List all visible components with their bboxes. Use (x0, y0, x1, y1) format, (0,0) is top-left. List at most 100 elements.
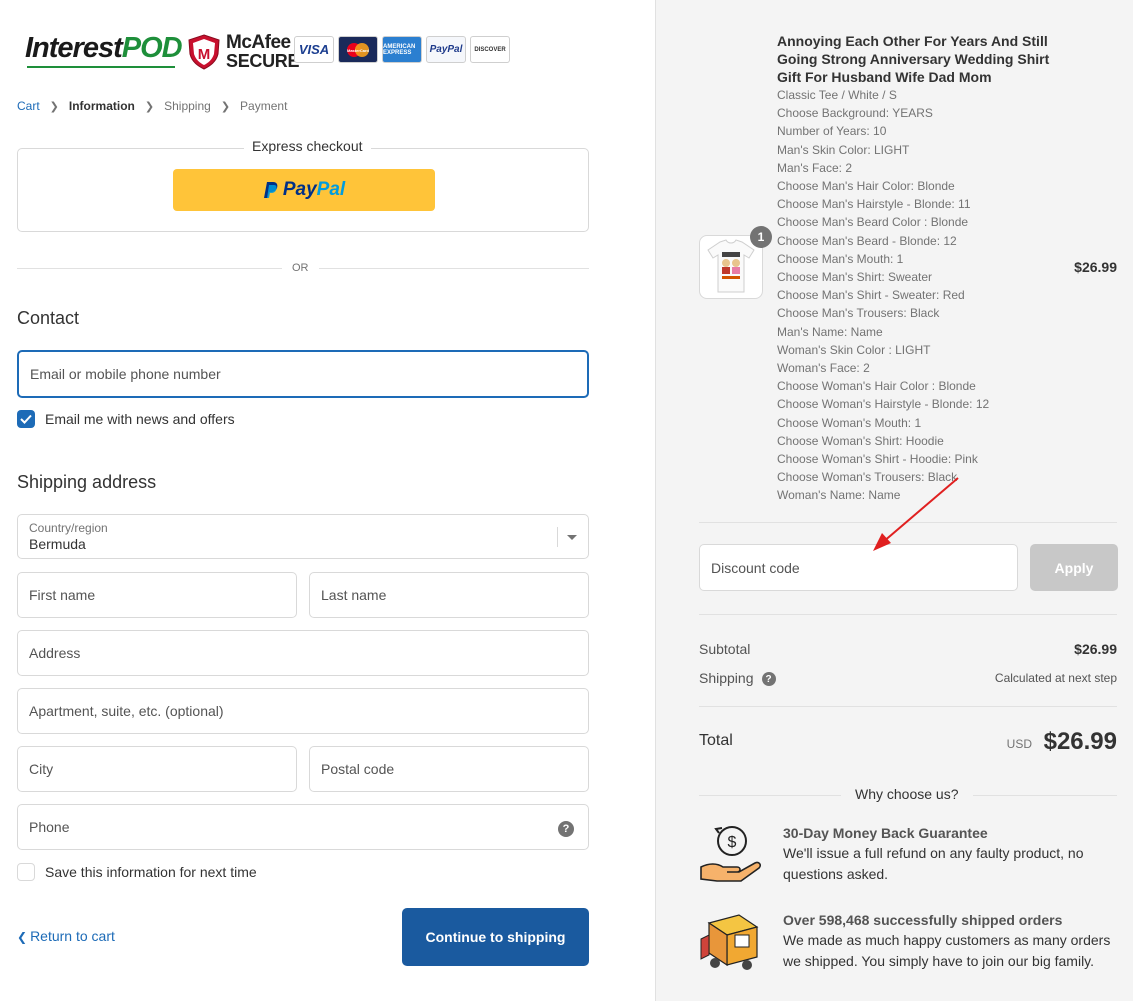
why-choose-us-title: Why choose us? (841, 786, 973, 802)
svg-text:M: M (198, 46, 211, 63)
subtotal-value: $26.99 (1074, 641, 1117, 657)
money-back-hand-icon: $ (700, 826, 762, 882)
chevron-right-icon: ❯ (220, 100, 231, 113)
paypal-icon (263, 182, 278, 198)
chevron-right-icon: ❯ (144, 100, 155, 113)
city-placeholder: City (29, 761, 54, 777)
variant-line: Choose Background: YEARS (777, 106, 933, 121)
order-summary-sidebar: 1 Annoying Each Other For Years And Stil… (655, 0, 1133, 1001)
country-select[interactable]: Country/region Bermuda (17, 514, 589, 559)
variant-line: Choose Man's Beard Color : Blonde (777, 215, 969, 230)
payment-cards: VISA MasterCard AMERICAN EXPRESS PayPal … (294, 36, 510, 63)
total-amount: $26.99 (1043, 728, 1117, 755)
benefit-1-title: 30-Day Money Back Guarantee (783, 825, 988, 841)
save-info-checkbox[interactable] (17, 863, 35, 881)
apply-discount-button[interactable]: Apply (1030, 544, 1118, 591)
svg-text:$: $ (728, 834, 737, 851)
news-checkbox[interactable] (17, 410, 35, 428)
store-logo[interactable]: InterestPOD (25, 32, 183, 72)
breadcrumb-payment: Payment (240, 99, 288, 113)
breadcrumb: Cart ❯ Information ❯ Shipping ❯ Payment (17, 99, 287, 113)
logo-text-main: Interest (25, 32, 123, 64)
select-divider (557, 527, 558, 547)
news-optin-row[interactable]: Email me with news and offers (17, 410, 235, 428)
last-name-placeholder: Last name (321, 587, 387, 603)
email-field[interactable]: Email or mobile phone number (17, 350, 589, 398)
logo-underline (27, 66, 175, 68)
return-to-cart-label: Return to cart (30, 928, 115, 944)
address-placeholder: Address (29, 645, 81, 661)
express-checkout-title: Express checkout (244, 138, 371, 154)
mcafee-subtitle: SECURE (226, 51, 300, 71)
variant-line: Choose Man's Shirt: Sweater (777, 270, 933, 285)
variant-list: Classic Tee / White / S Choose Background… (777, 86, 1057, 505)
product-name: Annoying Each Other For Years And Still … (777, 33, 1050, 85)
quantity-badge: 1 (750, 226, 772, 248)
variant-line: Woman's Skin Color : LIGHT (777, 342, 931, 357)
paypal-card-icon: PayPal (426, 36, 466, 63)
paypal-word-1: Pay (282, 179, 317, 200)
news-optin-label: Email me with news and offers (45, 411, 235, 427)
email-placeholder: Email or mobile phone number (30, 366, 221, 382)
variant-line: Man's Name: Name (777, 324, 883, 339)
logo-text-accent: POD (121, 32, 183, 64)
postal-placeholder: Postal code (321, 761, 395, 777)
variant-line: Choose Man's Hair Color: Blonde (777, 179, 955, 194)
save-info-row[interactable]: Save this information for next time (17, 863, 257, 881)
last-name-field[interactable]: Last name (309, 572, 589, 618)
return-to-cart-link[interactable]: ❮ Return to cart (17, 928, 115, 944)
apartment-field[interactable]: Apartment, suite, etc. (optional) (17, 688, 589, 734)
variant-line: Man's Face: 2 (777, 160, 852, 175)
item-price: $26.99 (1074, 259, 1117, 275)
shield-icon: M (188, 34, 220, 70)
shipping-address-heading: Shipping address (17, 472, 157, 492)
product-thumbnail: 1 (699, 226, 772, 299)
variant-line: Choose Woman's Hairstyle - Blonde: 12 (777, 397, 990, 412)
shipping-row: Shipping? (699, 670, 776, 687)
summary-divider (699, 614, 1117, 615)
or-label: OR (282, 262, 319, 274)
breadcrumb-cart[interactable]: Cart (17, 99, 40, 113)
checkout-main: InterestPOD M McAfee SECURE VISA MasterC… (0, 0, 655, 1001)
delivery-truck-icon (700, 914, 759, 970)
question-mark-icon[interactable]: ? (761, 672, 776, 687)
variant-line: Choose Woman's Shirt - Hoodie: Pink (777, 452, 978, 467)
variant-line: Number of Years: 10 (777, 124, 887, 139)
variant-line: Choose Woman's Shirt: Hoodie (777, 433, 944, 448)
benefit-2-text: We made as much happy customers as many … (783, 932, 1111, 969)
benefit-2-title: Over 598,468 successfully shipped orders (783, 912, 1063, 928)
mastercard-icon: MasterCard (338, 36, 378, 63)
checkmark-icon (20, 414, 32, 424)
discover-icon: DISCOVER (470, 36, 510, 63)
variant-line: Choose Man's Beard - Blonde: 12 (777, 233, 957, 248)
first-name-placeholder: First name (29, 587, 96, 603)
phone-field[interactable]: Phone ? (17, 804, 589, 850)
variant-line: Classic Tee / White / S (777, 88, 897, 102)
variant-line: Choose Woman's Mouth: 1 (777, 415, 922, 430)
variant-line: Choose Man's Shirt - Sweater: Red (777, 288, 965, 303)
continue-to-shipping-button[interactable]: Continue to shipping (402, 908, 589, 966)
variant-line: Choose Woman's Hair Color : Blonde (777, 379, 976, 394)
question-mark-icon[interactable]: ? (558, 821, 574, 837)
breadcrumb-information: Information (68, 99, 135, 113)
country-label: Country/region (29, 520, 108, 535)
paypal-button[interactable]: Pay Pal (173, 169, 435, 211)
total-currency: USD (1006, 737, 1032, 751)
amex-icon: AMERICAN EXPRESS (382, 36, 422, 63)
total-label: Total (699, 732, 733, 749)
express-checkout-box: Express checkout Pay Pal (17, 138, 589, 232)
variant-line: Choose Man's Hairstyle - Blonde: 11 (777, 197, 971, 212)
mcafee-secure-badge: M McAfee SECURE (186, 32, 300, 71)
paypal-word-2: Pal (316, 179, 346, 200)
first-name-field[interactable]: First name (17, 572, 297, 618)
city-field[interactable]: City (17, 746, 297, 792)
postal-code-field[interactable]: Postal code (309, 746, 589, 792)
country-value: Bermuda (29, 535, 86, 552)
tshirt-image-icon (707, 239, 755, 293)
discount-placeholder: Discount code (711, 559, 800, 576)
shipping-label: Shipping (699, 670, 754, 686)
phone-placeholder: Phone (29, 819, 70, 835)
apartment-placeholder: Apartment, suite, etc. (optional) (29, 703, 224, 719)
mcafee-title: McAfee (226, 32, 291, 53)
address-field[interactable]: Address (17, 630, 589, 676)
